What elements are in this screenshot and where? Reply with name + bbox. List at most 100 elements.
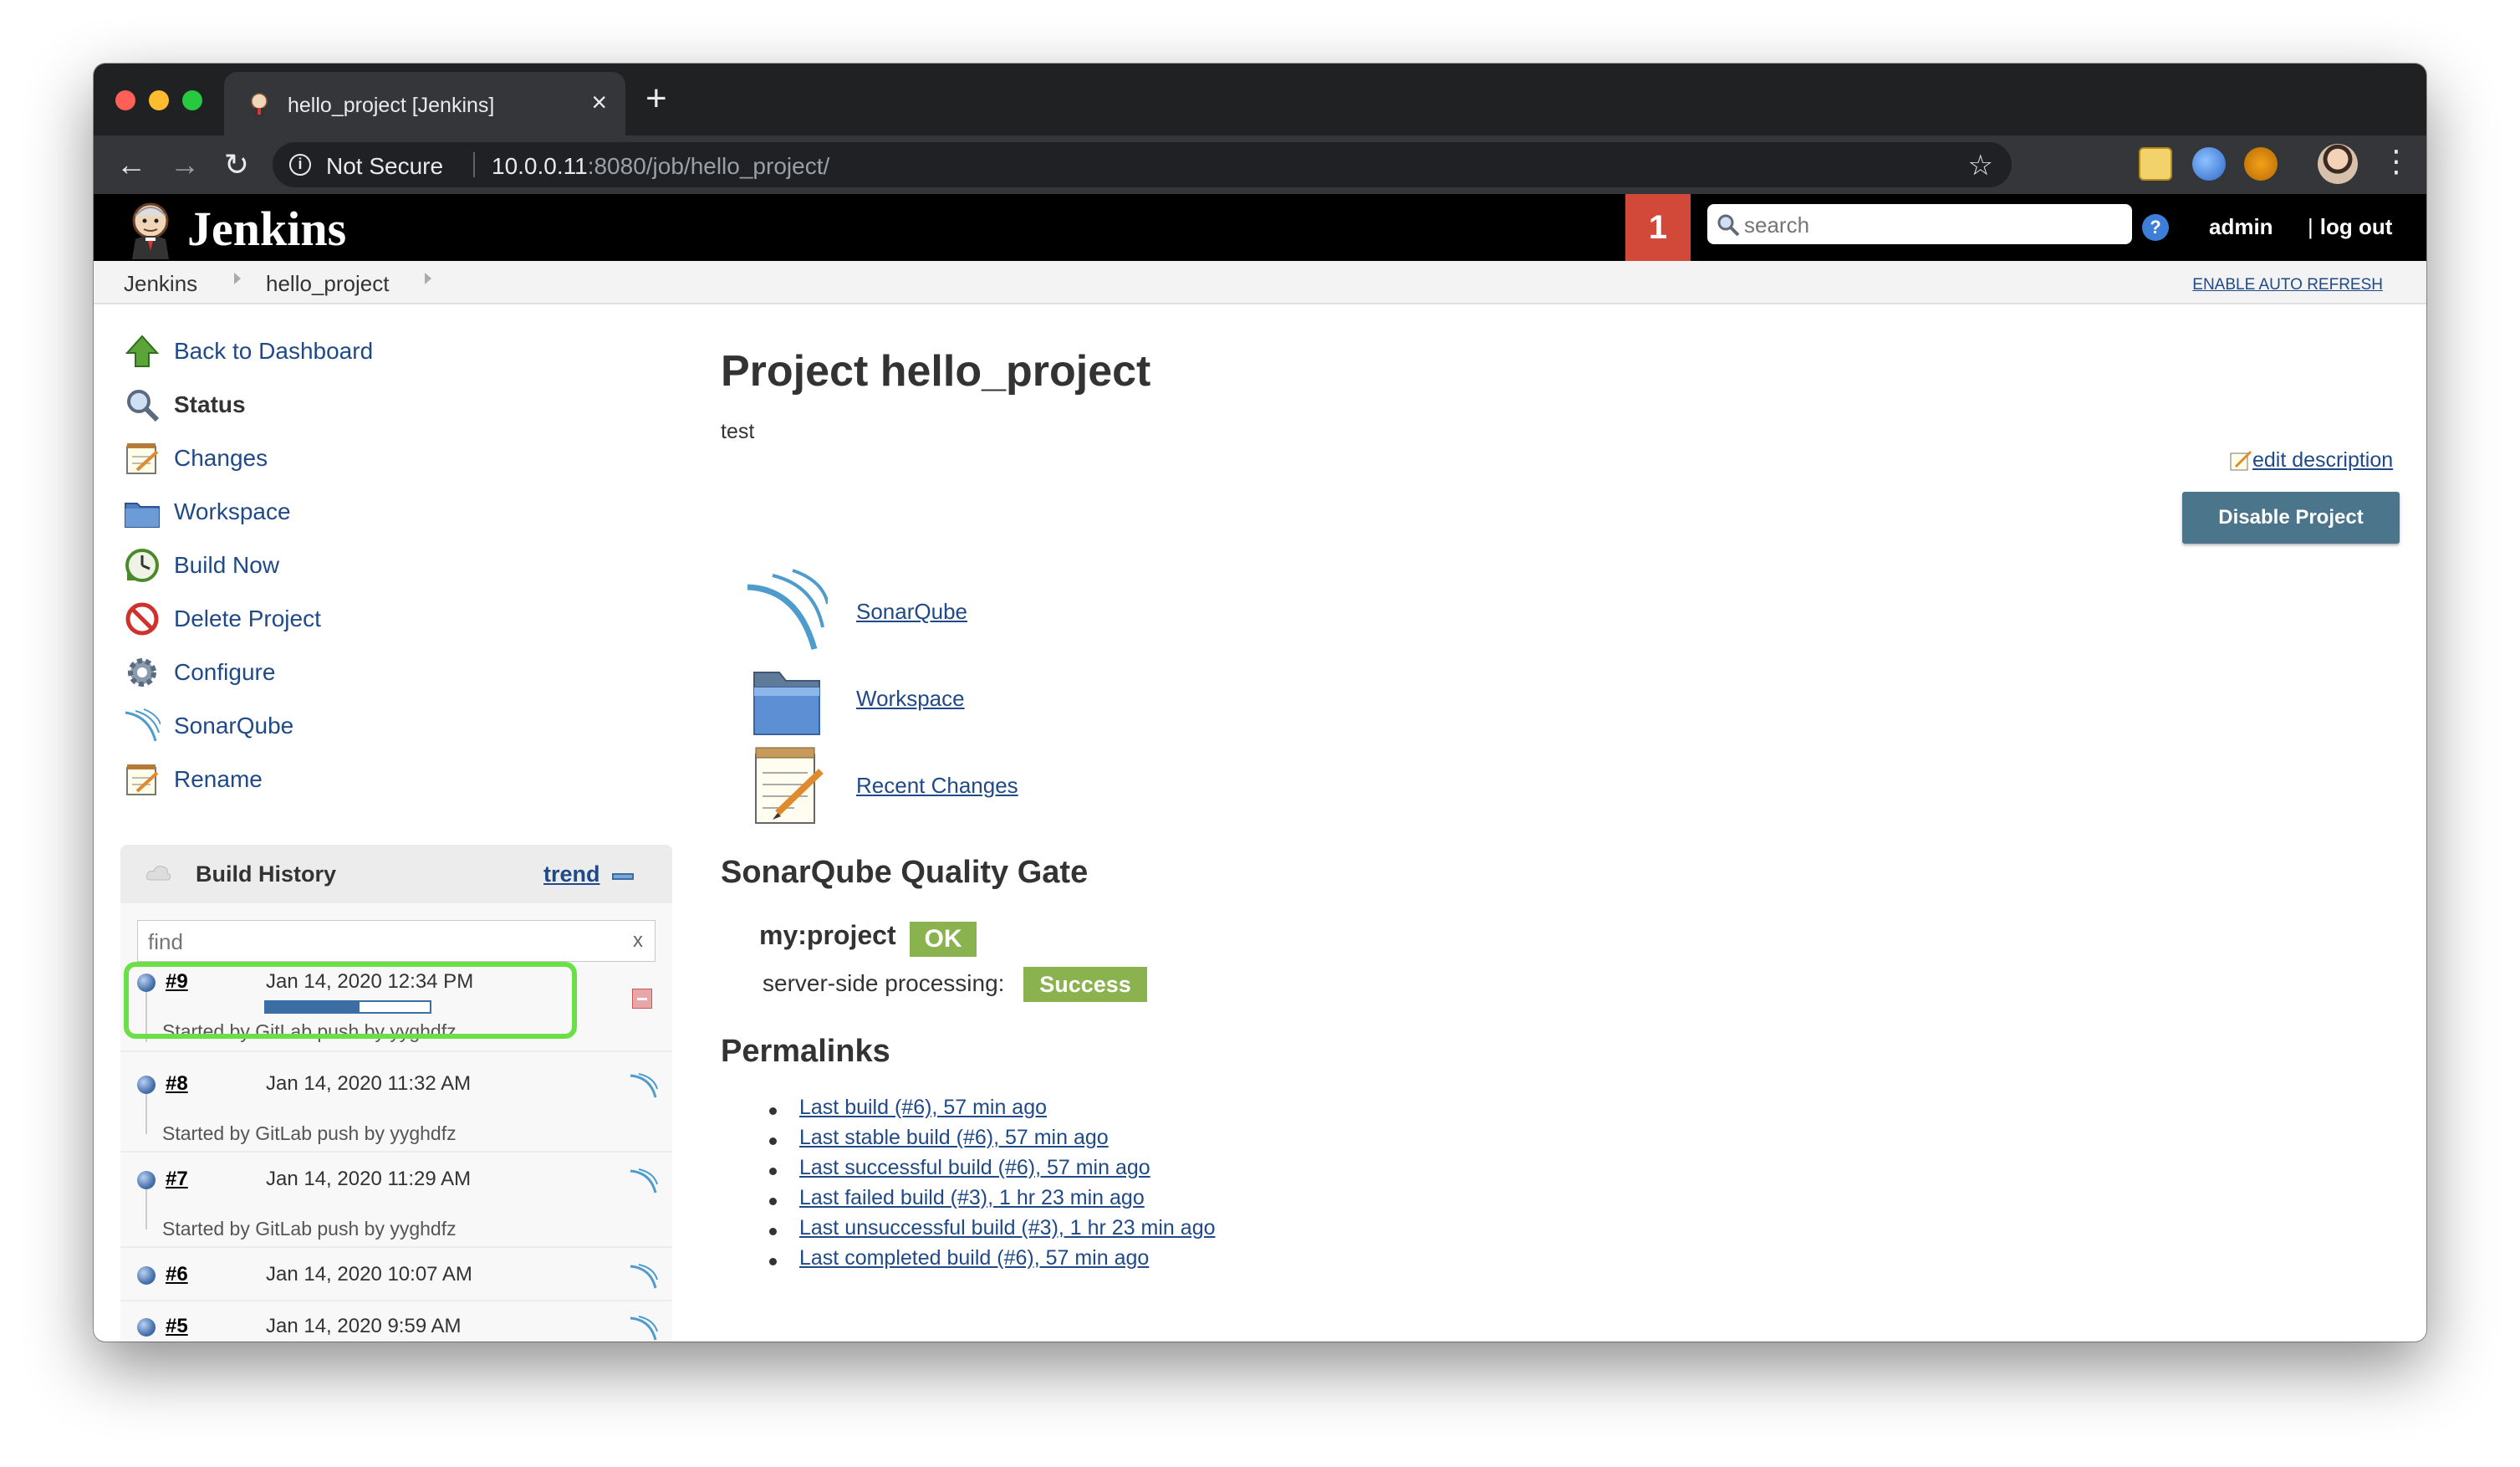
build-status-ball-icon[interactable] xyxy=(137,1076,156,1094)
edit-description-link[interactable]: edit description xyxy=(2229,448,2393,473)
notepad-icon xyxy=(755,747,824,824)
trend-icon[interactable] xyxy=(612,873,634,880)
breadcrumb-project[interactable]: hello_project xyxy=(266,271,389,297)
permalink-label: Last unsuccessful build (#3), 1 hr 23 mi… xyxy=(799,1216,1216,1240)
browser-toolbar: ← → ↻ i Not Secure 10.0.0.11:8080/job/he… xyxy=(94,135,2426,194)
sidebar-item-label: Build Now xyxy=(174,552,280,578)
bookmark-star-icon[interactable]: ☆ xyxy=(1968,149,1993,182)
clock-icon xyxy=(125,549,159,582)
sonarqube-icon[interactable] xyxy=(629,1313,659,1342)
build-cause: Started by GitLab push by yyghdfz xyxy=(162,1122,457,1144)
close-window-button[interactable] xyxy=(115,90,135,110)
notification-badge[interactable]: 1 xyxy=(1625,194,1691,261)
trend-link[interactable]: trend xyxy=(543,861,600,887)
search-box[interactable] xyxy=(1707,204,2132,246)
sidebar-item-label: Delete Project xyxy=(174,606,321,631)
edit-icon xyxy=(2230,450,2252,471)
tab-title: hello_project [Jenkins] xyxy=(288,94,495,117)
breadcrumb: Jenkins hello_project ENABLE AUTO REFRES… xyxy=(94,261,2426,304)
highlight-annotation xyxy=(124,962,577,1039)
breadcrumb-jenkins[interactable]: Jenkins xyxy=(124,271,197,297)
breadcrumb-arrow-icon[interactable] xyxy=(234,273,241,284)
search-icon xyxy=(127,390,160,422)
quality-gate-project[interactable]: my:project xyxy=(759,920,896,951)
build-number-link[interactable]: #6 xyxy=(166,1263,188,1286)
build-history-panel: Build History trend x #9 Jan 14, 2020 12… xyxy=(120,845,672,1342)
row-divider xyxy=(120,1246,672,1248)
sidebar-item-label: Configure xyxy=(174,659,276,685)
sidebar-item-label: Workspace xyxy=(174,498,291,524)
find-input[interactable] xyxy=(146,921,618,963)
permalinks-list: Last build (#6), 57 min ago Last stable … xyxy=(763,1096,1216,1276)
new-tab-button[interactable]: + xyxy=(645,80,667,117)
url-text: 10.0.0.11:8080/job/hello_project/ xyxy=(492,153,829,180)
minimize-window-button[interactable] xyxy=(149,90,169,110)
find-box[interactable]: x xyxy=(137,920,656,963)
cancel-build-icon[interactable] xyxy=(632,989,652,1009)
tab-close-icon[interactable]: × xyxy=(591,89,607,115)
breadcrumb-arrow-icon[interactable] xyxy=(425,273,431,284)
build-date[interactable]: Jan 14, 2020 9:59 AM xyxy=(266,1315,462,1338)
permalink-item[interactable]: Last stable build (#6), 57 min ago xyxy=(763,1126,1216,1156)
clear-find-icon[interactable]: x xyxy=(633,929,643,953)
build-date[interactable]: Jan 14, 2020 10:07 AM xyxy=(266,1263,472,1286)
browser-window: hello_project [Jenkins] × + ← → ↻ i Not … xyxy=(94,64,2426,1342)
address-bar[interactable]: i Not Secure 10.0.0.11:8080/job/hello_pr… xyxy=(273,142,2012,187)
build-history-header: Build History trend xyxy=(120,845,672,903)
extension-3-icon[interactable] xyxy=(2244,147,2278,181)
sonarqube-icon[interactable] xyxy=(629,1166,659,1196)
build-status-ball-icon[interactable] xyxy=(137,1266,156,1285)
build-date[interactable]: Jan 14, 2020 11:29 AM xyxy=(266,1168,471,1191)
maximize-window-button[interactable] xyxy=(182,90,202,110)
disable-project-button[interactable]: Disable Project xyxy=(2182,492,2400,544)
timeline-line xyxy=(145,1188,147,1229)
logout-label: log out xyxy=(2319,214,2393,239)
extension-2-icon[interactable] xyxy=(2192,147,2226,181)
notepad-icon xyxy=(126,764,159,795)
permalinks-heading: Permalinks xyxy=(721,1034,890,1069)
browser-menu-icon[interactable]: ⋮ xyxy=(2381,144,2411,179)
user-link[interactable]: admin xyxy=(2209,214,2273,240)
row-divider xyxy=(120,1050,672,1052)
permalink-label: Last build (#6), 57 min ago xyxy=(799,1096,1048,1119)
help-icon[interactable]: ? xyxy=(2142,214,2169,241)
edit-description-label: edit description xyxy=(2252,448,2394,472)
build-number-link[interactable]: #5 xyxy=(166,1315,188,1338)
sonarqube-icon[interactable] xyxy=(629,1261,659,1291)
browser-tab[interactable]: hello_project [Jenkins] × xyxy=(224,72,625,135)
permalink-item[interactable]: Last failed build (#3), 1 hr 23 min ago xyxy=(763,1186,1216,1216)
permalink-item[interactable]: Last completed build (#6), 57 min ago xyxy=(763,1246,1216,1276)
reload-icon[interactable]: ↻ xyxy=(216,144,258,186)
search-input[interactable] xyxy=(1742,204,2122,246)
permalink-item[interactable]: Last successful build (#6), 57 min ago xyxy=(763,1156,1216,1186)
permalink-item[interactable]: Last unsuccessful build (#3), 1 hr 23 mi… xyxy=(763,1216,1216,1246)
jenkins-butler-icon[interactable] xyxy=(124,199,177,259)
build-date[interactable]: Jan 14, 2020 11:32 AM xyxy=(266,1072,471,1096)
permalink-label: Last stable build (#6), 57 min ago xyxy=(799,1126,1109,1149)
build-history-title: Build History xyxy=(196,861,337,887)
main-link-label: Recent Changes xyxy=(856,773,1018,798)
timeline-line xyxy=(145,1092,147,1134)
forward-arrow-icon[interactable]: → xyxy=(164,144,206,186)
page-title: Project hello_project xyxy=(721,347,1151,396)
back-arrow-icon[interactable]: ← xyxy=(110,144,152,186)
build-number-link[interactable]: #7 xyxy=(166,1168,188,1191)
profile-avatar[interactable] xyxy=(2318,144,2358,184)
build-status-ball-icon[interactable] xyxy=(137,1318,156,1337)
logout-link[interactable]: | log out xyxy=(2308,214,2392,240)
sonarqube-icon[interactable] xyxy=(629,1071,659,1101)
jenkins-brand[interactable]: Jenkins xyxy=(187,201,346,257)
sidebar-item-label: Changes xyxy=(174,445,268,471)
row-divider xyxy=(120,1300,672,1301)
jenkins-header: Jenkins 1 ? admin |log out xyxy=(94,194,2426,261)
url-host: 10.0.0.11 xyxy=(492,153,588,179)
extension-1-icon[interactable] xyxy=(2139,147,2172,181)
notepad-icon xyxy=(126,443,159,474)
sonarqube-icon xyxy=(125,708,161,742)
sonarqube-icon xyxy=(747,569,828,650)
enable-auto-refresh-link[interactable]: ENABLE AUTO REFRESH xyxy=(2192,276,2383,294)
build-number-link[interactable]: #8 xyxy=(166,1072,188,1096)
info-icon[interactable]: i xyxy=(289,154,311,176)
build-status-ball-icon[interactable] xyxy=(137,1171,156,1189)
permalink-item[interactable]: Last build (#6), 57 min ago xyxy=(763,1096,1216,1126)
